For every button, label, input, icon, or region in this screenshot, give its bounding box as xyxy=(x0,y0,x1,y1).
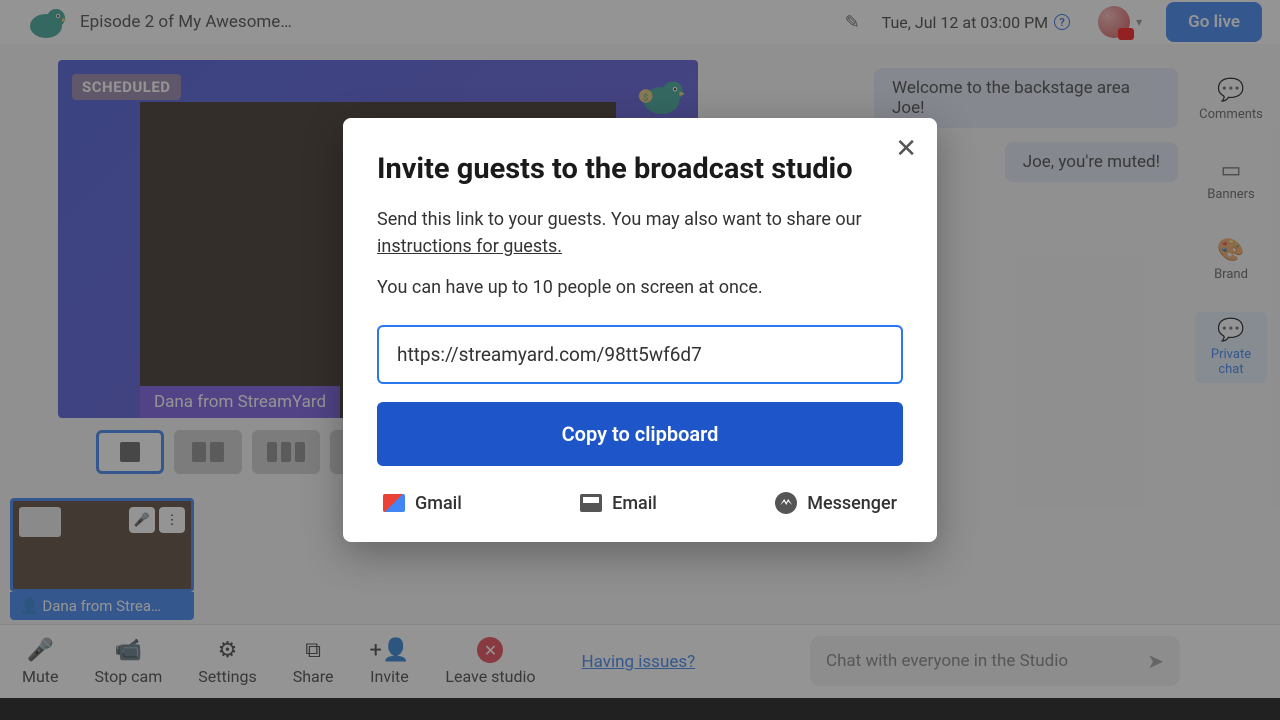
share-gmail-button[interactable]: Gmail xyxy=(383,492,462,514)
messenger-icon xyxy=(775,492,797,514)
invite-link-input[interactable] xyxy=(377,325,903,384)
share-email-button[interactable]: Email xyxy=(580,492,657,514)
modal-overlay[interactable]: ✕ Invite guests to the broadcast studio … xyxy=(0,0,1280,720)
share-options: Gmail Email Messenger xyxy=(377,492,903,514)
invite-guests-modal: ✕ Invite guests to the broadcast studio … xyxy=(343,118,937,542)
modal-description: Send this link to your guests. You may a… xyxy=(377,206,903,260)
share-messenger-button[interactable]: Messenger xyxy=(775,492,897,514)
instructions-link[interactable]: instructions for guests. xyxy=(377,236,562,257)
modal-title: Invite guests to the broadcast studio xyxy=(377,152,903,186)
copy-to-clipboard-button[interactable]: Copy to clipboard xyxy=(377,402,903,466)
modal-limit-text: You can have up to 10 people on screen a… xyxy=(377,274,903,301)
gmail-icon xyxy=(383,494,405,512)
email-icon xyxy=(580,494,602,512)
close-modal-button[interactable]: ✕ xyxy=(895,134,917,164)
